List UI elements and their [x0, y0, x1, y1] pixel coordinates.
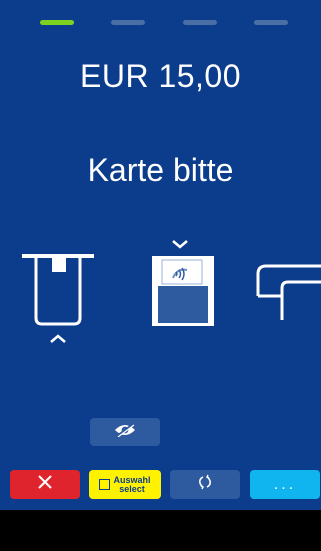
select-label-line2: select — [119, 483, 145, 494]
bottom-bezel — [0, 510, 321, 551]
progress-indicator-4 — [254, 20, 288, 25]
magstripe-swipe-icon — [254, 262, 321, 324]
progress-indicator-1 — [40, 20, 74, 25]
more-options-button[interactable]: ... — [250, 470, 320, 499]
amount-display: EUR 15,00 — [79, 58, 242, 94]
bottom-toolbar: Auswahl select ... — [0, 470, 321, 499]
card-prompt: Karte bitte — [87, 152, 234, 188]
cancel-button[interactable] — [10, 470, 80, 499]
close-icon — [37, 474, 53, 495]
select-label: Auswahl select — [113, 475, 150, 494]
contactless-tap-icon — [146, 236, 216, 328]
select-button[interactable]: Auswahl select — [89, 470, 161, 499]
progress-indicator-2 — [111, 20, 145, 25]
refresh-button[interactable] — [170, 470, 240, 499]
progress-indicator-3 — [183, 20, 217, 25]
refresh-icon — [197, 474, 213, 495]
checkbox-icon — [99, 479, 111, 490]
chip-insert-icon — [20, 252, 96, 348]
payment-screen: EUR 15,00 Karte bitte Auswahl select ... — [0, 0, 321, 510]
progress-indicators — [0, 20, 321, 26]
eye-slash-icon — [114, 422, 136, 442]
privacy-toggle-button[interactable] — [90, 418, 160, 446]
